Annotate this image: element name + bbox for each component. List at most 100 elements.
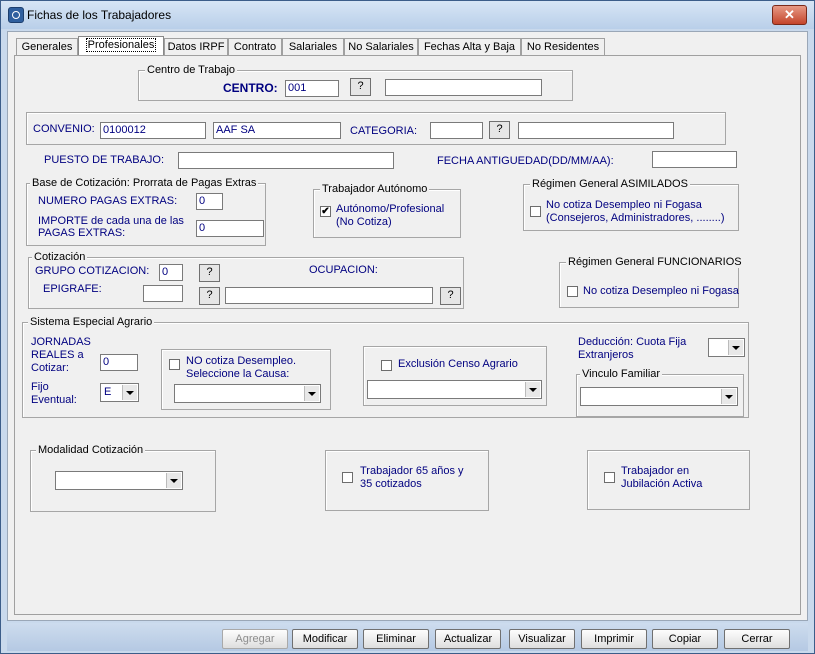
tab-contrato[interactable]: Contrato <box>228 38 282 55</box>
fijo-eventual-label-2: Eventual: <box>31 394 77 406</box>
ocupacion-input[interactable] <box>225 287 433 304</box>
cotizacion-group-title: Cotización <box>32 251 88 263</box>
categoria-lookup-button[interactable]: ? <box>489 121 510 139</box>
modalidad-group: Modalidad Cotización <box>30 444 216 512</box>
importe-pagas-label-2: PAGAS EXTRAS: <box>38 227 126 239</box>
convenio-group: CONVENIO: 0100012 AAF SA CATEGORIA: ? <box>26 112 726 145</box>
categoria-name-input[interactable] <box>518 122 674 139</box>
causa-select[interactable] <box>174 384 321 403</box>
chevron-down-icon[interactable] <box>304 386 319 401</box>
centro-lookup-button[interactable]: ? <box>350 78 371 96</box>
epigrafe-input[interactable] <box>143 285 183 302</box>
antiguedad-input[interactable] <box>652 151 737 168</box>
convenio-label: CONVENIO: <box>33 123 95 135</box>
mayor65-checkbox[interactable] <box>342 472 353 483</box>
tab-profesionales-label: Profesionales <box>85 38 157 52</box>
funcionarios-group-title: Régimen General FUNCIONARIOS <box>566 256 744 268</box>
nocotiza-group: NO cotiza Desempleo. Seleccione la Causa… <box>161 349 331 410</box>
chevron-down-icon[interactable] <box>721 389 736 404</box>
modalidad-group-title: Modalidad Cotización <box>36 444 146 456</box>
jubilacion-label-2: Jubilación Activa <box>621 478 703 490</box>
visualizar-button[interactable]: Visualizar <box>509 629 575 649</box>
jornadas-label-2: REALES a <box>31 349 84 361</box>
importe-pagas-input[interactable]: 0 <box>196 220 264 237</box>
autonomo-label-1: Autónomo/Profesional <box>336 203 445 215</box>
categoria-label: CATEGORIA: <box>350 125 418 137</box>
centro-name-input[interactable] <box>385 79 542 96</box>
pagas-group-title: Base de Cotización: Prorrata de Pagas Ex… <box>30 177 259 189</box>
ocupacion-lookup-button[interactable]: ? <box>440 287 461 305</box>
tab-profesionales[interactable]: Profesionales <box>78 36 164 55</box>
agrario-group: Sistema Especial Agrario JORNADAS REALES… <box>22 316 749 418</box>
numero-pagas-label: NUMERO PAGAS EXTRAS: <box>38 195 178 207</box>
tab-salariales[interactable]: Salariales <box>282 38 344 55</box>
tab-no-salariales[interactable]: No Salariales <box>344 38 418 55</box>
fijo-eventual-select[interactable]: E <box>100 383 139 402</box>
jornadas-input[interactable]: 0 <box>100 354 138 371</box>
actualizar-button[interactable]: Actualizar <box>435 629 501 649</box>
centro-code-input[interactable]: 001 <box>285 80 339 97</box>
categoria-code-input[interactable] <box>430 122 483 139</box>
ocupacion-label: OCUPACION: <box>309 264 378 276</box>
tab-generales[interactable]: Generales <box>16 38 78 55</box>
autonomo-checkbox[interactable]: ✔ <box>320 206 331 217</box>
button-bar: Agregar Modificar Eliminar Actualizar Vi… <box>7 623 808 651</box>
epigrafe-lookup-button[interactable]: ? <box>199 287 220 305</box>
jornadas-label-3: Cotizar: <box>31 362 69 374</box>
nocotiza-checkbox[interactable] <box>169 359 180 370</box>
window-title: Fichas de los Trabajadores <box>27 8 172 22</box>
jubilacion-label-1: Trabajador en <box>621 465 690 477</box>
centro-group: Centro de Trabajo CENTRO: 001 ? <box>138 64 573 101</box>
grupo-cotizacion-input[interactable]: 0 <box>159 264 183 281</box>
puesto-label: PUESTO DE TRABAJO: <box>44 154 165 166</box>
agregar-button[interactable]: Agregar <box>222 629 288 649</box>
profesionales-panel: Centro de Trabajo CENTRO: 001 ? CONVENIO… <box>14 55 801 615</box>
exclusion-select[interactable] <box>367 380 542 399</box>
copiar-button[interactable]: Copiar <box>652 629 718 649</box>
eliminar-button[interactable]: Eliminar <box>363 629 429 649</box>
deduccion-select[interactable] <box>708 338 745 357</box>
autonomo-group-title: Trabajador Autónomo <box>320 183 430 195</box>
nocotiza-label-1: NO cotiza Desempleo. <box>186 355 297 367</box>
nocotiza-label-2: Seleccione la Causa: <box>186 368 290 380</box>
client-area: Generales Profesionales Datos IRPF Contr… <box>7 31 808 621</box>
pagas-group: Base de Cotización: Prorrata de Pagas Ex… <box>26 177 266 246</box>
chevron-down-icon[interactable] <box>525 382 540 397</box>
vinculo-group-title: Vinculo Familiar <box>580 368 663 380</box>
deduccion-label-2: Extranjeros <box>578 349 634 361</box>
jubilacion-group: Trabajador en Jubilación Activa <box>587 450 750 510</box>
funcionarios-checkbox[interactable] <box>567 286 578 297</box>
tab-no-residentes[interactable]: No Residentes <box>521 38 605 55</box>
convenio-name-input[interactable]: AAF SA <box>213 122 341 139</box>
exclusion-checkbox[interactable] <box>381 360 392 371</box>
modificar-button[interactable]: Modificar <box>292 629 358 649</box>
centro-group-title: Centro de Trabajo <box>145 64 238 76</box>
antiguedad-label: FECHA ANTIGUEDAD(DD/MM/AA): <box>437 155 614 167</box>
cerrar-button[interactable]: Cerrar <box>724 629 790 649</box>
convenio-code-input[interactable]: 0100012 <box>100 122 206 139</box>
modalidad-select[interactable] <box>55 471 183 490</box>
imprimir-button[interactable]: Imprimir <box>581 629 647 649</box>
exclusion-label: Exclusión Censo Agrario <box>398 358 518 370</box>
close-button[interactable]: ✕ <box>772 5 807 25</box>
mayor65-label-1: Trabajador 65 años y <box>360 465 464 477</box>
chevron-down-icon[interactable] <box>122 385 137 400</box>
autonomo-group: Trabajador Autónomo ✔ Autónomo/Profesion… <box>313 183 461 238</box>
tab-datos-irpf[interactable]: Datos IRPF <box>164 38 228 55</box>
tab-fechas-alta-baja[interactable]: Fechas Alta y Baja <box>418 38 521 55</box>
asimilados-checkbox[interactable] <box>530 206 541 217</box>
jubilacion-checkbox[interactable] <box>604 472 615 483</box>
deduccion-label-1: Deducción: Cuota Fija <box>578 336 687 348</box>
chevron-down-icon[interactable] <box>728 340 743 355</box>
app-icon <box>8 7 24 23</box>
numero-pagas-input[interactable]: 0 <box>196 193 223 210</box>
vinculo-select[interactable] <box>580 387 738 406</box>
mayor65-group: Trabajador 65 años y 35 cotizados <box>325 450 489 511</box>
puesto-input[interactable] <box>178 152 394 169</box>
grupo-lookup-button[interactable]: ? <box>199 264 220 282</box>
autonomo-label-2: (No Cotiza) <box>336 216 392 228</box>
chevron-down-icon[interactable] <box>166 473 181 488</box>
asimilados-label-1: No cotiza Desempleo ni Fogasa <box>546 199 702 211</box>
epigrafe-label: EPIGRAFE: <box>43 283 102 295</box>
title-bar[interactable]: Fichas de los Trabajadores ✕ <box>1 1 814 29</box>
